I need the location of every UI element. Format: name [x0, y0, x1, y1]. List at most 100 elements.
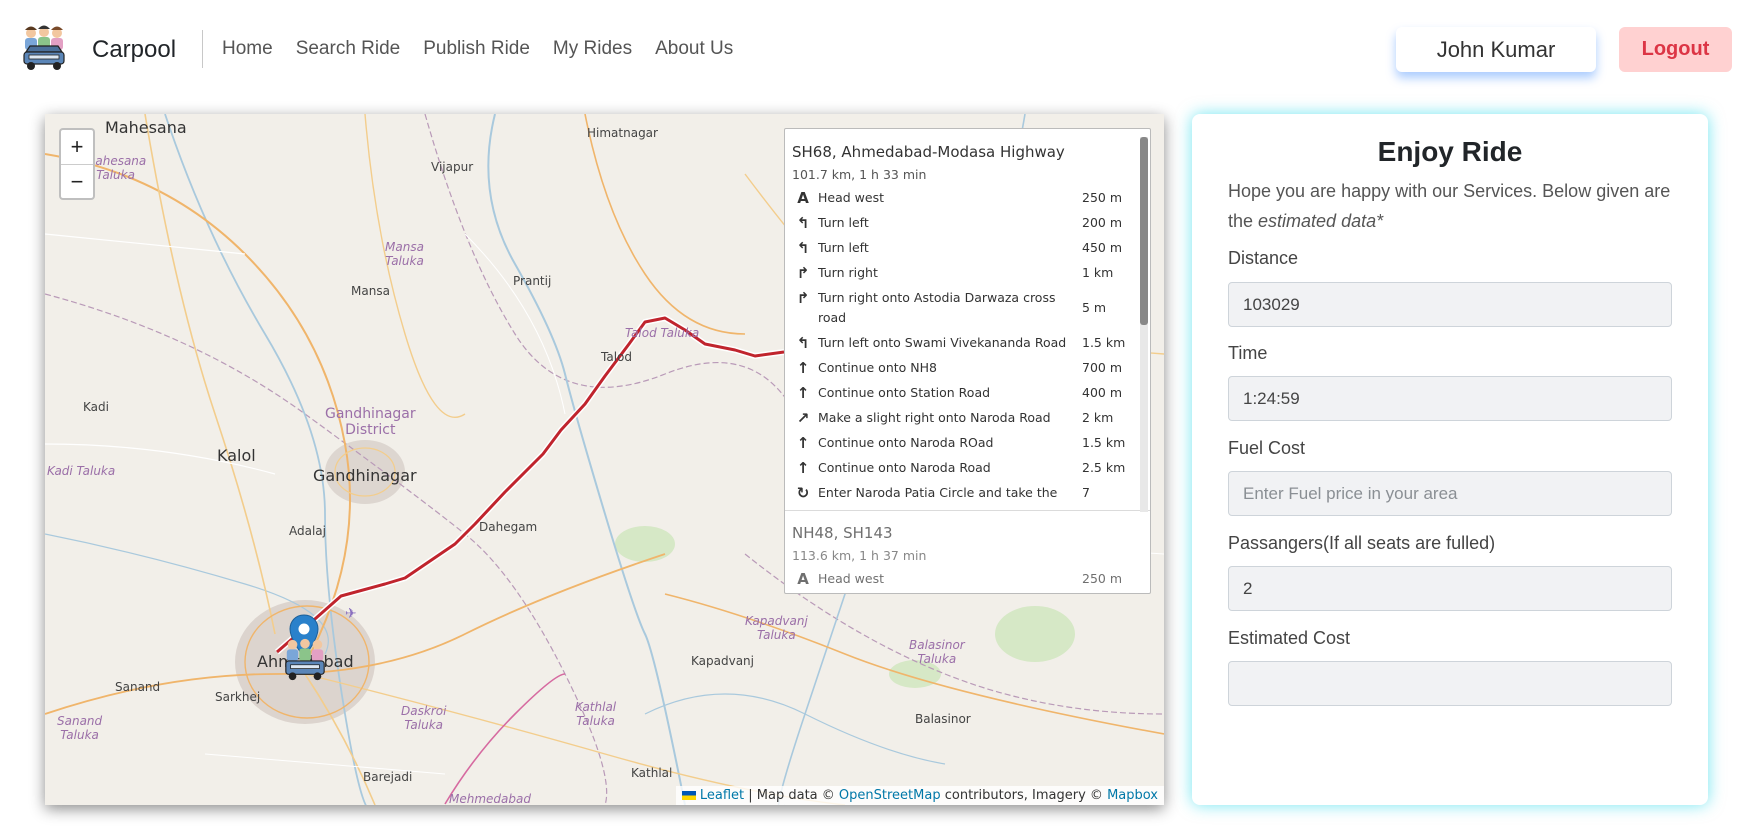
map-label-vijapur: Vijapur: [431, 160, 474, 174]
instruction-row[interactable]: A Head west 250 m: [792, 188, 1142, 208]
map-label-adalaj: Adalaj: [289, 524, 326, 538]
route-summary: 101.7 km, 1 h 33 min: [792, 167, 927, 182]
passengers-field[interactable]: 2: [1228, 566, 1672, 611]
routing-panel[interactable]: SH68, Ahmedabad-Modasa Highway 101.7 km,…: [784, 128, 1151, 594]
instruction-row[interactable]: ↰ Turn left onto Swami Vivekananda Road 1.…: [792, 333, 1142, 353]
osm-link[interactable]: OpenStreetMap: [839, 788, 941, 803]
zoom-control: + −: [59, 128, 95, 200]
distance-field[interactable]: 103029: [1228, 282, 1672, 327]
map-label-mehmedabad: Mehmedabad: [449, 792, 531, 805]
leaflet-link[interactable]: Leaflet: [700, 788, 744, 803]
map-label-mansa-taluka: Mansa Taluka: [385, 240, 424, 268]
instruction-row[interactable]: ↰ Turn left 200 m: [792, 213, 1142, 233]
depart-icon: A: [797, 570, 809, 588]
instruction-text: Make a slight right onto Naroda Road: [818, 410, 1051, 425]
instruction-row[interactable]: ↑ Continue onto Naroda ROad 1.5 km: [792, 433, 1142, 453]
instruction-row[interactable]: ↑ Continue onto NH8 700 m: [792, 358, 1142, 378]
zoom-in-button[interactable]: +: [61, 130, 93, 164]
map-label-kapadvanj: Kapadvanj: [691, 654, 754, 668]
navbar: Carpool Home Search Ride Publish Ride My…: [0, 0, 1755, 100]
scrollbar-thumb[interactable]: [1140, 137, 1148, 325]
map-label-gandhinagar-district: Gandhinagar District: [325, 406, 416, 438]
instruction-text: Continue onto Naroda Road: [818, 460, 991, 475]
map-label-prantij: Prantij: [513, 274, 552, 288]
nav-search-ride[interactable]: Search Ride: [296, 38, 401, 60]
instruction-list[interactable]: A Head west 250 m ↰ Turn left 200 m ↰ Turn le…: [792, 188, 1142, 504]
carpool-logo-icon[interactable]: [20, 24, 68, 72]
instruction-row[interactable]: ↑ Continue onto Naroda Road 2.5 km: [792, 458, 1142, 478]
slight-right-icon: ↗: [796, 409, 810, 427]
passengers-label: Passangers(If all seats are fulled): [1228, 533, 1496, 553]
map-label-balasinor: Balasinor: [915, 712, 971, 726]
estimated-cost-field[interactable]: [1228, 661, 1672, 706]
instruction-text: Turn right onto Astodia Darwaza cross ro…: [818, 290, 1056, 325]
fuel-cost-input[interactable]: Enter Fuel price in your area: [1228, 471, 1672, 516]
instruction-row[interactable]: ↱ Turn right onto Astodia Darwaza cross r…: [792, 288, 1142, 328]
route-name: NH48, SH143: [792, 524, 893, 542]
instruction-text: Continue onto Station Road: [818, 385, 991, 400]
brand-divider: [202, 30, 203, 68]
instruction-row[interactable]: ↻ Enter Naroda Patia Circle and take the 7: [792, 483, 1142, 503]
route-map[interactable]: ✈ Mahesana Mahesana Taluka Himatnagar Vi…: [45, 114, 1164, 805]
instruction-distance: 450 m: [1082, 240, 1123, 255]
instruction-distance: 5 m: [1082, 300, 1107, 315]
route-alternative-secondary[interactable]: NH48, SH143 113.6 km, 1 h 37 min A Head w…: [785, 510, 1150, 593]
depart-icon: A: [797, 189, 809, 207]
route-alternative-primary[interactable]: SH68, Ahmedabad-Modasa Highway 101.7 km,…: [785, 129, 1150, 510]
map-label-daskroi-taluka: Daskroi Taluka: [401, 704, 447, 732]
continue-straight-icon: ↑: [796, 434, 810, 452]
map-label-sarkhej: Sarkhej: [215, 690, 261, 704]
instruction-text: Enter Naroda Patia Circle and take the: [818, 485, 1058, 500]
routing-scrollbar[interactable]: [1140, 137, 1148, 512]
distance-label: Distance: [1228, 248, 1299, 268]
car-icon[interactable]: [282, 636, 328, 682]
nav-about-us[interactable]: About Us: [655, 38, 733, 60]
map-label-talod-taluka: Talod Taluka: [625, 326, 700, 340]
instruction-text: Continue onto NH8: [818, 360, 937, 375]
map-label-kadi: Kadi: [83, 400, 109, 414]
continue-straight-icon: ↑: [796, 384, 810, 402]
map-label-barejadi: Barejadi: [363, 770, 413, 784]
attribution-text: contributors, Imagery ©: [940, 788, 1108, 803]
map-label-talod: Talod: [601, 350, 632, 364]
map-label-balasinor-taluka: Balasinor Taluka: [909, 638, 965, 666]
turn-left-icon: ↰: [796, 239, 810, 257]
description-emphasis: estimated data*: [1258, 211, 1384, 231]
fuel-cost-label: Fuel Cost: [1228, 438, 1306, 458]
logout-button[interactable]: Logout: [1619, 27, 1732, 72]
ride-estimate-panel: Enjoy Ride Hope you are happy with our S…: [1192, 114, 1708, 805]
turn-right-icon: ↱: [796, 289, 810, 307]
zoom-out-button[interactable]: −: [61, 164, 93, 198]
instruction-text: Turn left: [818, 215, 869, 230]
nav-home[interactable]: Home: [222, 38, 273, 60]
instruction-text: Turn right: [818, 265, 878, 280]
turn-right-icon: ↱: [796, 264, 810, 282]
nav-publish-ride[interactable]: Publish Ride: [423, 38, 530, 60]
instruction-row[interactable]: ↗ Make a slight right onto Naroda Road 2 k…: [792, 408, 1142, 428]
instruction-distance: 1 km: [1082, 265, 1114, 280]
map-attribution: Leaflet | Map data © OpenStreetMap contr…: [675, 786, 1164, 805]
nav-my-rides[interactable]: My Rides: [553, 38, 632, 60]
instruction-row[interactable]: ↑ Continue onto Station Road 400 m: [792, 383, 1142, 403]
map-label-gandhinagar: Gandhinagar: [313, 466, 417, 485]
instruction-row[interactable]: A Head west 250 m: [792, 569, 1142, 589]
instruction-distance: 1.5 km: [1082, 435, 1126, 450]
route-name: SH68, Ahmedabad-Modasa Highway: [792, 143, 1065, 161]
instruction-distance: 200 m: [1082, 215, 1123, 230]
map-label-mansa: Mansa: [351, 284, 390, 298]
time-label: Time: [1228, 343, 1268, 363]
instruction-text: Head west: [818, 190, 884, 205]
turn-left-icon: ↰: [796, 334, 810, 352]
map-label-kalol: Kalol: [217, 446, 256, 465]
mapbox-link[interactable]: Mapbox: [1107, 788, 1158, 803]
attribution-text: | Map data ©: [744, 788, 839, 803]
instruction-row[interactable]: ↱ Turn right 1 km: [792, 263, 1142, 283]
instruction-row[interactable]: ↰ Turn left 450 m: [792, 238, 1142, 258]
user-profile-button[interactable]: John Kumar: [1396, 27, 1596, 72]
map-label-himatnagar: Himatnagar: [587, 126, 658, 140]
brand-name[interactable]: Carpool: [92, 36, 176, 64]
continue-straight-icon: ↑: [796, 359, 810, 377]
instruction-distance: 2.5 km: [1082, 460, 1126, 475]
turn-left-icon: ↰: [796, 214, 810, 232]
time-field[interactable]: 1:24:59: [1228, 376, 1672, 421]
